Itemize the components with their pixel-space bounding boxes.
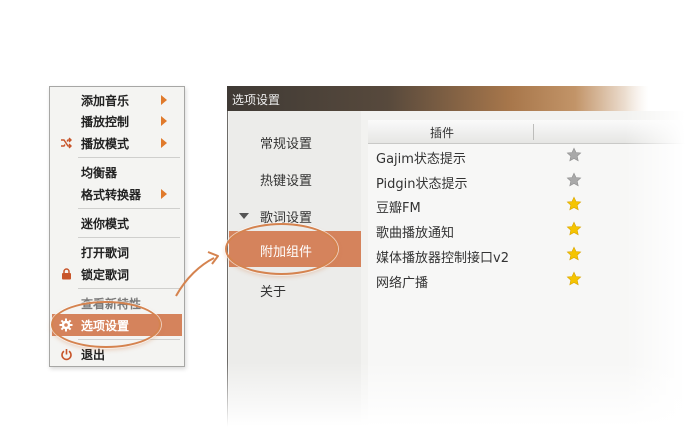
shuffle-icon bbox=[59, 136, 73, 150]
tray-context-menu: 添加音乐 播放控制 播放模式 均衡器 格式转换器 迷你模式 打开歌词 锁定歌词 … bbox=[49, 86, 185, 367]
sidebar-item-label: 热键设置 bbox=[260, 174, 313, 189]
menu-item-equalizer[interactable]: 均衡器 bbox=[50, 161, 184, 183]
sidebar-item-label: 歌词设置 bbox=[260, 211, 313, 226]
menu-item-label: 打开歌词 bbox=[81, 245, 130, 260]
sidebar-item-general[interactable]: 常规设置 bbox=[229, 128, 361, 154]
menu-item-label: 添加音乐 bbox=[81, 93, 130, 108]
menu-item-label: 迷你模式 bbox=[81, 216, 130, 231]
plugin-name: Pidgin状态提示 bbox=[376, 177, 468, 192]
sidebar-item-hotkeys[interactable]: 热键设置 bbox=[229, 165, 361, 191]
power-icon bbox=[59, 347, 73, 361]
menu-item-label: 播放控制 bbox=[81, 114, 130, 129]
star-icon[interactable] bbox=[566, 196, 582, 212]
plugin-name: 媒体播放器控制接口v2 bbox=[376, 251, 509, 266]
expander-arrow-icon[interactable] bbox=[239, 213, 249, 219]
window-titlebar[interactable]: 选项设置 bbox=[227, 86, 685, 111]
plugin-name: 豆瓣FM bbox=[376, 201, 421, 216]
menu-item-format-converter[interactable]: 格式转换器 bbox=[50, 183, 184, 205]
menu-item-label: 均衡器 bbox=[81, 165, 118, 180]
menu-item-label: 播放模式 bbox=[81, 136, 130, 151]
menu-item-quit[interactable]: 退出 bbox=[50, 343, 184, 365]
menu-item-playback-control[interactable]: 播放控制 bbox=[50, 110, 184, 132]
menu-item-label: 退出 bbox=[81, 347, 106, 362]
menu-separator bbox=[78, 237, 180, 238]
plugin-row[interactable]: 网络广播 bbox=[368, 268, 685, 293]
column-header-plugin[interactable]: 插件 bbox=[430, 124, 454, 141]
plugin-list-header: 插件 bbox=[368, 120, 685, 144]
window-title: 选项设置 bbox=[232, 93, 281, 107]
menu-separator bbox=[78, 339, 180, 340]
submenu-arrow-icon bbox=[161, 138, 167, 148]
star-icon[interactable] bbox=[566, 147, 582, 163]
plugin-row[interactable]: Gajim状态提示 bbox=[368, 144, 685, 169]
menu-separator bbox=[78, 208, 180, 209]
sidebar-item-label: 常规设置 bbox=[260, 137, 313, 152]
submenu-arrow-icon bbox=[161, 95, 167, 105]
gear-icon bbox=[59, 318, 73, 332]
menu-item-add-music[interactable]: 添加音乐 bbox=[50, 89, 184, 111]
preferences-window: 选项设置 常规设置 热键设置 歌词设置 附加组件 关于 插件 Gajim状态提示… bbox=[227, 86, 685, 438]
plugin-name: 歌曲播放通知 bbox=[376, 226, 455, 241]
menu-item-mini-mode[interactable]: 迷你模式 bbox=[50, 212, 184, 234]
plugin-row[interactable]: 媒体播放器控制接口v2 bbox=[368, 243, 685, 268]
plugin-name: Gajim状态提示 bbox=[376, 152, 466, 167]
star-icon[interactable] bbox=[566, 172, 582, 188]
star-icon[interactable] bbox=[566, 271, 582, 287]
sidebar-item-label: 关于 bbox=[260, 285, 287, 300]
plugin-name: 网络广播 bbox=[376, 276, 429, 291]
lock-icon bbox=[59, 267, 73, 281]
menu-item-label: 格式转换器 bbox=[81, 187, 142, 202]
menu-item-label: 查看新特性 bbox=[81, 296, 142, 311]
menu-item-preferences[interactable]: 选项设置 bbox=[52, 314, 182, 336]
sidebar-item-about[interactable]: 关于 bbox=[229, 276, 361, 302]
plugin-row[interactable]: Pidgin状态提示 bbox=[368, 169, 685, 194]
plugin-row[interactable]: 豆瓣FM bbox=[368, 193, 685, 218]
star-icon[interactable] bbox=[566, 246, 582, 262]
menu-separator bbox=[78, 288, 180, 289]
screenshot-stage: 添加音乐 播放控制 播放模式 均衡器 格式转换器 迷你模式 打开歌词 锁定歌词 … bbox=[0, 0, 685, 438]
submenu-arrow-icon bbox=[161, 116, 167, 126]
star-icon[interactable] bbox=[566, 221, 582, 237]
menu-item-whats-new[interactable]: 查看新特性 bbox=[50, 292, 184, 314]
menu-item-label: 选项设置 bbox=[81, 318, 130, 333]
sidebar-item-lyrics[interactable]: 歌词设置 bbox=[229, 202, 361, 228]
sidebar-item-label: 附加组件 bbox=[260, 245, 313, 260]
menu-separator bbox=[78, 157, 180, 158]
plugin-row[interactable]: 歌曲播放通知 bbox=[368, 218, 685, 243]
settings-sidebar: 常规设置 热键设置 歌词设置 附加组件 关于 bbox=[229, 111, 361, 438]
menu-item-open-lyrics[interactable]: 打开歌词 bbox=[50, 241, 184, 263]
submenu-arrow-icon bbox=[161, 189, 167, 199]
menu-item-label: 锁定歌词 bbox=[81, 267, 130, 282]
sidebar-item-plugins[interactable]: 附加组件 bbox=[229, 231, 361, 267]
menu-item-play-mode[interactable]: 播放模式 bbox=[50, 132, 184, 154]
column-divider bbox=[533, 124, 534, 140]
window-body: 常规设置 热键设置 歌词设置 附加组件 关于 插件 Gajim状态提示 Pidg… bbox=[227, 111, 685, 438]
menu-item-lock-lyrics[interactable]: 锁定歌词 bbox=[50, 263, 184, 285]
plugin-list: 插件 Gajim状态提示 Pidgin状态提示 豆瓣FM 歌曲播放通知 媒体播放… bbox=[368, 120, 685, 438]
